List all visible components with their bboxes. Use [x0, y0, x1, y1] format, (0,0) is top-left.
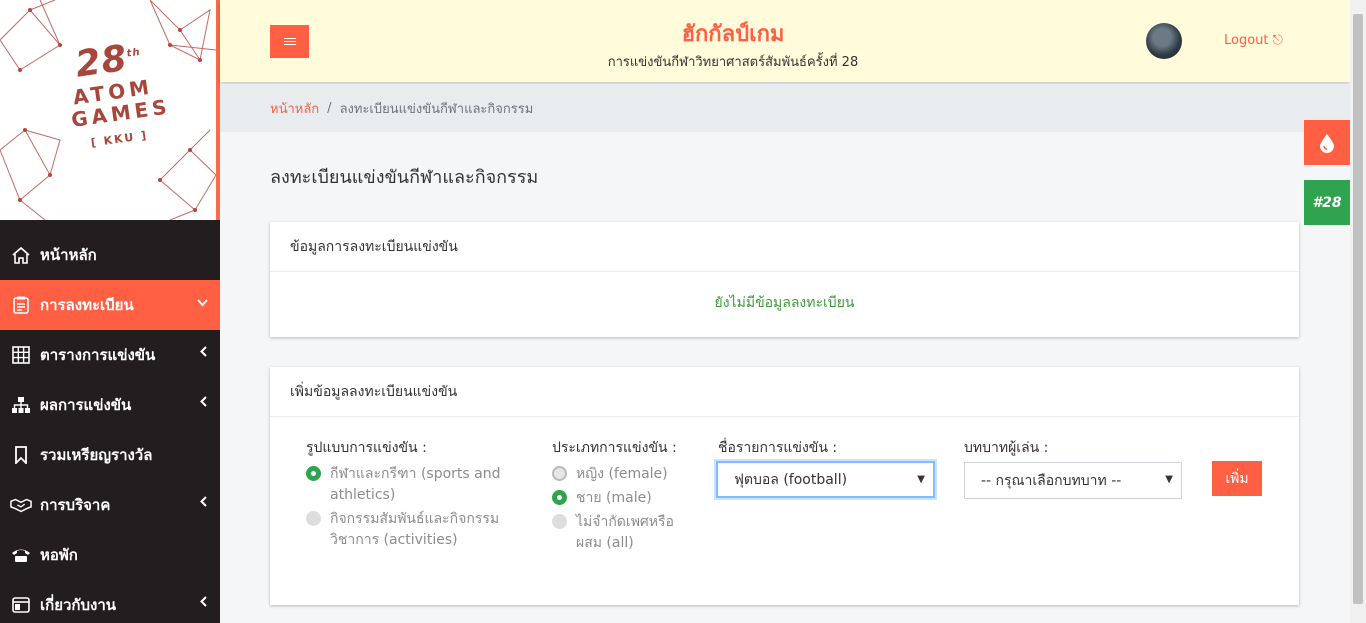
bookmark-icon: [10, 444, 32, 466]
logout-link[interactable]: Logout ⎋: [1224, 33, 1283, 48]
sidebar-item-registration[interactable]: การลงทะเบียน: [0, 280, 220, 330]
atom-games-logo: 28th ATOM GAMES [ KKU ]: [69, 37, 172, 150]
registration-info-card: ข้อมูลการลงทะเบียนแข่งขัน ยังไม่มีข้อมูล…: [270, 222, 1299, 337]
format-radio-sports[interactable]: กีฬาและกรีฑา (sports and athletics): [306, 464, 506, 506]
breadcrumb-home[interactable]: หน้าหลัก: [270, 98, 319, 119]
breadcrumb: หน้าหลัก / ลงทะเบียนแข่งขันกีฬาและกิจกรร…: [220, 84, 1350, 132]
phone-icon: [10, 544, 32, 566]
role-label: บทบาทผู้เล่น :: [964, 440, 1049, 456]
chevron-left-icon: [200, 496, 208, 511]
sidebar-item-schedule[interactable]: ตารางการแข่งขัน: [0, 330, 220, 380]
sidebar-item-about[interactable]: เกี่ยวกับงาน: [0, 580, 220, 623]
dropdown-arrow-icon: ▼: [917, 474, 925, 485]
site-subtitle: การแข่งขันกีฬาวิทยาศาสตร์สัมพันธ์ครั้งที…: [607, 55, 859, 70]
page-title: ลงทะเบียนแข่งขันกีฬาและกิจกรรม: [270, 167, 539, 188]
chevron-down-icon: [197, 296, 208, 311]
radio-checked-icon: [552, 490, 567, 505]
role-select[interactable]: -- กรุณาเลือกบทบาท -- ▼: [964, 462, 1182, 499]
registration-icon: [10, 294, 32, 316]
home-icon: [10, 244, 32, 266]
sidebar-item-home[interactable]: หน้าหลัก: [0, 230, 220, 280]
card-header: เพิ่มข้อมูลลงทะเบียนแข่งขัน: [270, 367, 1299, 417]
sidebar-item-results[interactable]: ผลการแข่งขัน: [0, 380, 220, 430]
type-radio-all[interactable]: ไม่จำกัดเพศหรือ ผสม (all): [552, 512, 682, 554]
dropdown-arrow-icon: ▼: [1165, 474, 1173, 485]
type-radio-female[interactable]: หญิง (female): [552, 464, 668, 485]
radio-unchecked-icon: [552, 466, 567, 481]
drop-icon: [1320, 133, 1334, 153]
hamburger-icon: [283, 41, 296, 42]
card-header: ข้อมูลการลงทะเบียนแข่งขัน: [270, 222, 1299, 272]
sidebar: 28th ATOM GAMES [ KKU ] หน้าหลัก การลงทะ…: [0, 0, 220, 623]
format-label: รูปแบบการแข่งขัน :: [306, 440, 427, 456]
sidebar-item-dormitory[interactable]: หอพัก: [0, 530, 220, 580]
handshake-icon: [10, 494, 32, 516]
format-radio-activities[interactable]: กิจกรรมสัมพันธ์และกิจกรรม วิชาการ (activi…: [306, 509, 516, 551]
sitemap-icon: [10, 394, 32, 416]
badge-28-button[interactable]: #28: [1304, 180, 1350, 225]
radio-checked-icon: [306, 466, 321, 481]
sidebar-menu: หน้าหลัก การลงทะเบียน ตารางการแข่งขัน ผล…: [0, 230, 220, 623]
avatar[interactable]: [1146, 23, 1182, 59]
blood-drop-button[interactable]: [1304, 120, 1350, 165]
event-select[interactable]: ฟุตบอล (football) ▼: [716, 461, 935, 498]
window-icon: [10, 594, 32, 616]
sidebar-item-donation[interactable]: การบริจาค: [0, 480, 220, 530]
menu-toggle-button[interactable]: [270, 25, 309, 58]
empty-message: ยังไม่มีข้อมูลลงทะเบียน: [714, 295, 855, 311]
type-radio-male[interactable]: ชาย (male): [552, 488, 652, 509]
radio-unchecked-icon: [306, 511, 321, 526]
chevron-left-icon: [200, 396, 208, 411]
scrollbar-thumb[interactable]: [1353, 14, 1363, 604]
breadcrumb-separator: /: [327, 100, 332, 116]
add-registration-card: เพิ่มข้อมูลลงทะเบียนแข่งขัน รูปแบบการแข่…: [270, 367, 1299, 605]
type-label: ประเภทการแข่งขัน :: [552, 440, 677, 456]
event-label: ชื่อรายการแข่งขัน :: [718, 440, 838, 456]
sidebar-item-medals[interactable]: รวมเหรียญรางวัล: [0, 430, 220, 480]
radio-unchecked-icon: [552, 514, 567, 529]
top-navbar: ฮักกัลป์เกม การแข่งขันกีฬาวิทยาศาสตร์สัม…: [220, 0, 1350, 82]
breadcrumb-current: ลงทะเบียนแข่งขันกีฬาและกิจกรรม: [339, 101, 534, 117]
logo-area: 28th ATOM GAMES [ KKU ]: [0, 0, 220, 220]
chevron-left-icon: [200, 346, 208, 361]
chevron-left-icon: [200, 596, 208, 611]
registration-form: รูปแบบการแข่งขัน : กีฬาและกรีฑา (sports …: [270, 417, 1299, 605]
scrollbar[interactable]: [1350, 0, 1366, 623]
table-grid-icon: [10, 344, 32, 366]
site-title: ฮักกัลป์เกม: [681, 22, 785, 47]
add-button[interactable]: เพิ่ม: [1212, 461, 1262, 496]
